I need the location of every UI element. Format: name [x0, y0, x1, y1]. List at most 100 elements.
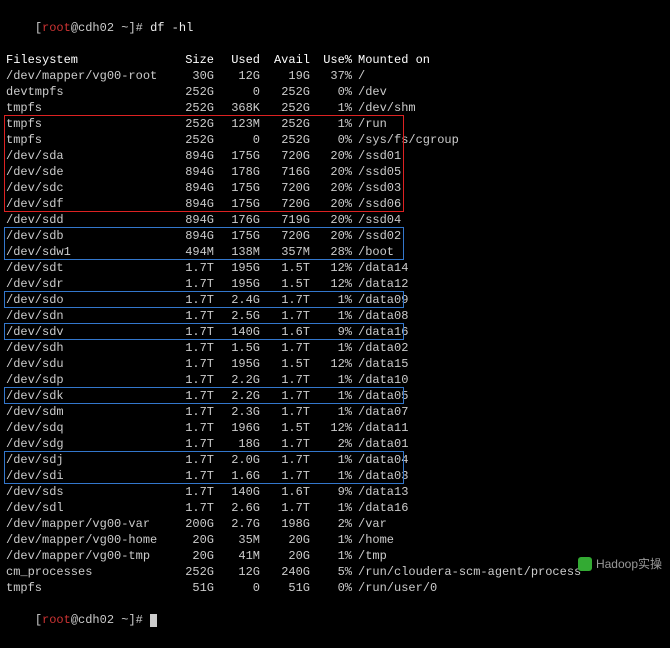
cell-used: 175G [214, 148, 260, 164]
cell-fs: tmpfs [6, 116, 168, 132]
cell-size: 1.7T [168, 404, 214, 420]
table-row: /dev/sdh1.7T1.5G1.7T1%/data02 [6, 340, 664, 356]
table-row: devtmpfs252G0252G0%/dev [6, 84, 664, 100]
cell-used: 138M [214, 244, 260, 260]
hdr-fs: Filesystem [6, 52, 168, 68]
cell-usep: 1% [310, 468, 352, 484]
cell-used: 12G [214, 68, 260, 84]
watermark-logo-icon [578, 557, 592, 571]
cell-mnt: /dev/shm [352, 100, 416, 116]
table-row: /dev/sdo1.7T2.4G1.7T1%/data09 [6, 292, 664, 308]
table-row: /dev/sdv1.7T140G1.6T9%/data16 [6, 324, 664, 340]
table-row: /dev/sdw1494M138M357M28%/boot [6, 244, 664, 260]
cell-avail: 252G [260, 84, 310, 100]
table-row: /dev/sdr1.7T195G1.5T12%/data12 [6, 276, 664, 292]
cell-mnt: /data10 [352, 372, 408, 388]
table-row: /dev/sda894G175G720G20%/ssd01 [6, 148, 664, 164]
cell-mnt: /data04 [352, 452, 408, 468]
prompt-host: cdh02 [78, 21, 114, 35]
cell-size: 200G [168, 516, 214, 532]
cell-mnt: / [352, 68, 365, 84]
table-row: /dev/mapper/vg00-tmp20G41M20G1%/tmp [6, 548, 664, 564]
cell-fs: /dev/sdw1 [6, 244, 168, 260]
cell-mnt: /sys/fs/cgroup [352, 132, 459, 148]
cell-usep: 0% [310, 132, 352, 148]
table-row: /dev/sdn1.7T2.5G1.7T1%/data08 [6, 308, 664, 324]
cell-avail: 1.5T [260, 260, 310, 276]
cell-avail: 20G [260, 548, 310, 564]
cell-mnt: /data12 [352, 276, 408, 292]
cell-usep: 2% [310, 516, 352, 532]
prompt-bracket: [ [35, 21, 42, 35]
cell-mnt: /home [352, 532, 394, 548]
table-row: /dev/mapper/vg00-root30G12G19G37%/ [6, 68, 664, 84]
cell-mnt: /boot [352, 244, 394, 260]
cell-used: 123M [214, 116, 260, 132]
table-row: /dev/sdc894G175G720G20%/ssd03 [6, 180, 664, 196]
cell-avail: 1.5T [260, 356, 310, 372]
cell-used: 178G [214, 164, 260, 180]
cell-fs: /dev/mapper/vg00-root [6, 68, 168, 84]
cell-fs: /dev/sda [6, 148, 168, 164]
cell-usep: 9% [310, 324, 352, 340]
cell-used: 41M [214, 548, 260, 564]
table-row: /dev/sdq1.7T196G1.5T12%/data11 [6, 420, 664, 436]
cell-fs: /dev/sdv [6, 324, 168, 340]
table-row: /dev/sde894G178G716G20%/ssd05 [6, 164, 664, 180]
cell-avail: 252G [260, 132, 310, 148]
hdr-used: Used [214, 52, 260, 68]
cell-size: 1.7T [168, 324, 214, 340]
cell-fs: tmpfs [6, 132, 168, 148]
cell-avail: 252G [260, 100, 310, 116]
table-row: /dev/sdj1.7T2.0G1.7T1%/data04 [6, 452, 664, 468]
watermark-text: Hadoop实操 [596, 556, 662, 572]
cell-mnt: /data02 [352, 340, 408, 356]
table-row: /dev/sdf894G175G720G20%/ssd06 [6, 196, 664, 212]
table-row: /dev/sdp1.7T2.2G1.7T1%/data10 [6, 372, 664, 388]
table-row: tmpfs252G123M252G1%/run [6, 116, 664, 132]
prompt-line-2[interactable]: [root@cdh02 ~]# [6, 596, 664, 644]
cell-size: 1.7T [168, 340, 214, 356]
cell-avail: 720G [260, 228, 310, 244]
cell-usep: 12% [310, 356, 352, 372]
cell-used: 1.6G [214, 468, 260, 484]
cell-used: 2.6G [214, 500, 260, 516]
cell-avail: 1.7T [260, 404, 310, 420]
table-row: /dev/sdd894G176G719G20%/ssd04 [6, 212, 664, 228]
cell-size: 894G [168, 196, 214, 212]
cell-avail: 1.7T [260, 340, 310, 356]
cell-avail: 252G [260, 116, 310, 132]
cell-usep: 1% [310, 372, 352, 388]
cell-used: 140G [214, 484, 260, 500]
cell-size: 1.7T [168, 468, 214, 484]
cell-mnt: /ssd06 [352, 196, 401, 212]
cell-avail: 198G [260, 516, 310, 532]
cell-mnt: /tmp [352, 548, 387, 564]
cell-mnt: /ssd03 [352, 180, 401, 196]
cell-avail: 1.6T [260, 484, 310, 500]
prompt-line-1: [root@cdh02 ~]# df -hl [6, 4, 664, 52]
table-row: tmpfs51G051G0%/run/user/0 [6, 580, 664, 596]
cell-fs: /dev/sds [6, 484, 168, 500]
cell-size: 1.7T [168, 388, 214, 404]
cell-usep: 2% [310, 436, 352, 452]
cell-mnt: /run/user/0 [352, 580, 437, 596]
cell-avail: 1.7T [260, 388, 310, 404]
cell-usep: 1% [310, 100, 352, 116]
cell-avail: 1.7T [260, 292, 310, 308]
table-row: /dev/mapper/vg00-var200G2.7G198G2%/var [6, 516, 664, 532]
cell-mnt: /data15 [352, 356, 408, 372]
cell-used: 2.2G [214, 372, 260, 388]
cell-usep: 1% [310, 308, 352, 324]
cell-used: 368K [214, 100, 260, 116]
cell-usep: 9% [310, 484, 352, 500]
cell-used: 2.3G [214, 404, 260, 420]
cell-fs: /dev/sdr [6, 276, 168, 292]
cell-size: 894G [168, 148, 214, 164]
cell-fs: /dev/sdq [6, 420, 168, 436]
cell-size: 252G [168, 84, 214, 100]
cell-used: 175G [214, 228, 260, 244]
cell-used: 18G [214, 436, 260, 452]
cell-mnt: /data16 [352, 500, 408, 516]
table-row: tmpfs252G0252G0%/sys/fs/cgroup [6, 132, 664, 148]
